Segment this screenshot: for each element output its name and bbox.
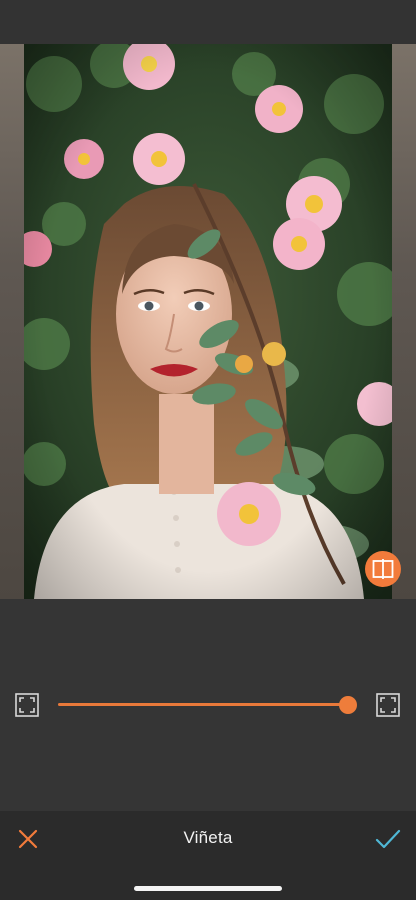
split-compare-icon xyxy=(372,559,394,579)
vignette-slider-track[interactable] xyxy=(58,703,348,706)
home-indicator xyxy=(134,886,282,891)
vignette-frame-icon[interactable] xyxy=(376,693,400,717)
vignette-slider-thumb[interactable] xyxy=(339,696,357,714)
edited-photo xyxy=(24,44,392,599)
photo-canvas[interactable] xyxy=(0,44,416,599)
tool-title: Viñeta xyxy=(183,828,233,847)
vignette-frame-icon[interactable] xyxy=(15,693,39,717)
checkmark-icon[interactable] xyxy=(375,827,401,851)
photo-edge-right xyxy=(392,44,416,599)
photo-edge-left xyxy=(0,44,24,599)
compare-button[interactable] xyxy=(365,551,401,587)
top-bar xyxy=(0,0,416,44)
